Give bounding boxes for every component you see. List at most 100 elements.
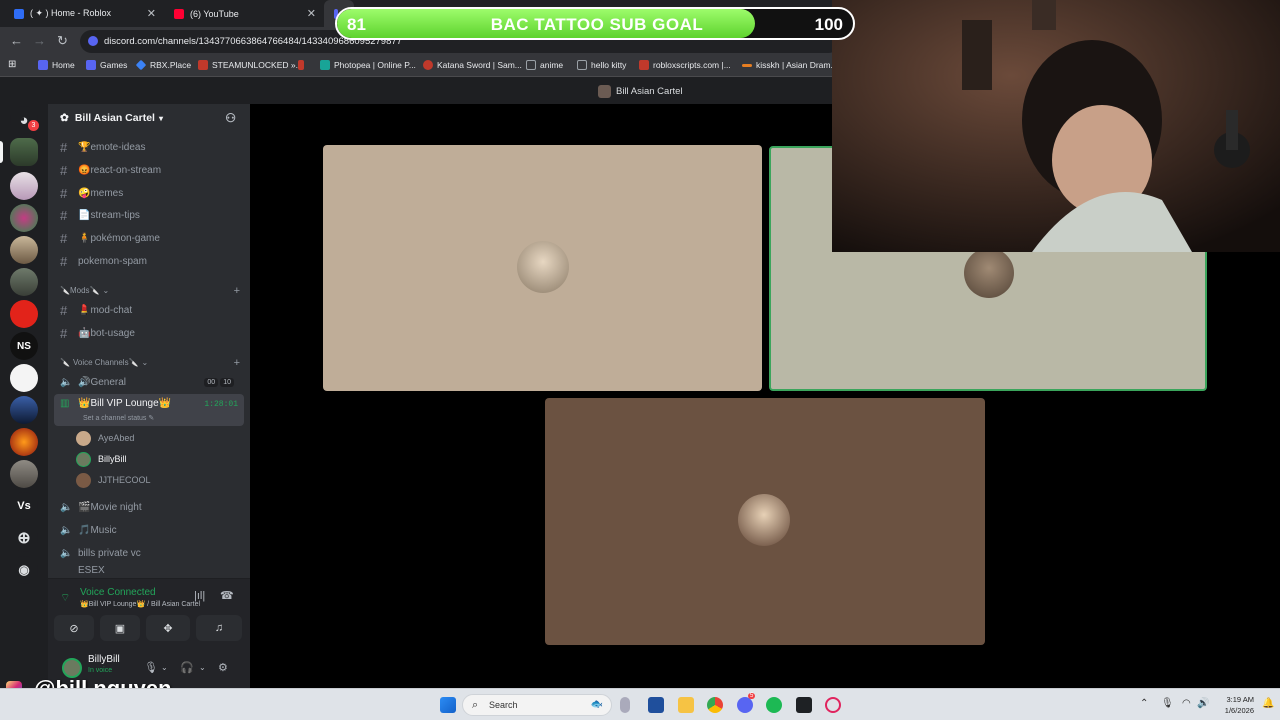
chevron-down-icon[interactable]: ⌄	[161, 663, 168, 672]
voice-member[interactable]: AyeAbed	[76, 428, 134, 448]
wifi-icon[interactable]: ◠	[1182, 698, 1191, 709]
channel-memes[interactable]: # 🤪 memes	[54, 183, 244, 203]
hash-icon: #	[60, 185, 68, 201]
volume-icon[interactable]: 🔊	[1197, 698, 1209, 709]
voice-channel-movie-night[interactable]: 🔈 🎬 Movie night	[54, 497, 244, 517]
speaker-icon: 🔈	[60, 376, 73, 388]
server-3[interactable]	[10, 204, 38, 232]
server-2[interactable]	[10, 172, 38, 200]
bookmark-flag[interactable]	[298, 60, 308, 70]
channel-mod-chat[interactable]: # 💄 mod-chat	[54, 300, 244, 320]
forward-icon[interactable]: →	[33, 33, 46, 48]
noise-suppression-icon[interactable]: |ıl|	[194, 590, 205, 602]
voice-location[interactable]: 👑Bill VIP Lounge👑 / Bill Asian Cartel	[80, 600, 200, 608]
channel-emoji: 🏆	[78, 141, 91, 153]
voice-channel-esex[interactable]: ESEX	[54, 565, 244, 577]
tab-youtube[interactable]: (6) YouTube ✕	[164, 0, 322, 27]
app-icon[interactable]	[796, 697, 812, 713]
server-8[interactable]	[10, 364, 38, 392]
server-5[interactable]	[10, 268, 38, 296]
server-11[interactable]	[10, 460, 38, 488]
bookmark-games[interactable]: Games	[86, 60, 127, 70]
server-header[interactable]: ✿ Bill Asian Cartel ▾ ⚇	[48, 104, 250, 132]
server-among-us[interactable]	[10, 300, 38, 328]
server-9[interactable]	[10, 396, 38, 424]
bookmark-steamunlocked[interactable]: STEAMUNLOCKED »...	[198, 60, 303, 70]
copilot-icon[interactable]	[620, 697, 630, 713]
opera-icon[interactable]	[825, 697, 841, 713]
server-4[interactable]	[10, 236, 38, 264]
server-ns[interactable]: NS	[10, 332, 38, 360]
username[interactable]: BillyBill	[88, 654, 120, 665]
channel-pokemon-game[interactable]: # 🧍 pokémon-game	[54, 228, 244, 248]
chevron-down-icon[interactable]: ⌄	[199, 663, 206, 672]
server-10[interactable]	[10, 428, 38, 456]
store-icon[interactable]	[648, 697, 664, 713]
crown-icon: 👑	[158, 398, 172, 409]
file-explorer-icon[interactable]	[678, 697, 694, 713]
bookmark-folder-anime[interactable]: anime	[526, 60, 563, 70]
discord-icon[interactable]	[737, 697, 753, 713]
channel-emoji: 🤪	[78, 187, 91, 199]
channel-pokemon-spam[interactable]: # pokemon-spam	[54, 251, 244, 271]
add-server-icon[interactable]: ⊕	[10, 524, 38, 552]
bookmark-home[interactable]: Home	[38, 60, 75, 70]
screen-share-icon: ▣	[114, 622, 126, 635]
disconnect-icon[interactable]: ☎	[220, 589, 234, 602]
microphone-icon[interactable]: 🎙	[144, 661, 158, 674]
close-icon[interactable]: ✕	[147, 7, 156, 20]
activities-button[interactable]: ✥	[146, 615, 190, 641]
bookmark-photopea[interactable]: Photopea | Online P...	[320, 60, 416, 70]
spotify-icon[interactable]	[766, 697, 782, 713]
server-vs[interactable]: Vs	[10, 492, 38, 520]
soundboard-button[interactable]: ♫	[196, 615, 242, 641]
apps-grid-icon[interactable]: ⊞	[8, 59, 16, 70]
tab-roblox[interactable]: ( ✦ ) Home - Roblox ✕	[4, 0, 162, 27]
camera-off-button[interactable]: ⊘	[54, 615, 94, 641]
voice-channel-bill-vip-lounge[interactable]: ▥ 👑 Bill VIP Lounge 👑 1:28:01 Set a channel…	[54, 394, 244, 426]
channel-react-on-stream[interactable]: # 😡 react-on-stream	[54, 160, 244, 180]
voice-channel-bills-private-vc[interactable]: 🔈 bills private vc	[54, 543, 244, 563]
windows-start-icon[interactable]	[440, 697, 456, 713]
share-screen-button[interactable]: ▣	[100, 615, 140, 641]
taskbar-search[interactable]: ⌕ Search 🐟	[462, 694, 612, 716]
voice-member[interactable]: BillyBill	[76, 449, 127, 469]
chevron-up-icon[interactable]: ⌃	[1140, 698, 1148, 709]
back-icon[interactable]: ←	[10, 33, 23, 48]
participant-tile[interactable]	[323, 145, 762, 391]
headphones-icon[interactable]: 🎧	[180, 661, 194, 674]
bookmark-kisskh[interactable]: kisskh | Asian Dram...	[742, 60, 838, 70]
signal-icon[interactable]: ⌔	[60, 591, 70, 605]
participant-tile[interactable]	[545, 398, 985, 645]
speaker-icon: 🔈	[60, 501, 73, 513]
bookmark-robloxscripts[interactable]: robloxscripts.com |...	[639, 60, 731, 70]
voice-member[interactable]: JJTHECOOL	[76, 470, 151, 490]
category-mods[interactable]: 🔪 Mods 🔪 ⌄ +	[60, 285, 240, 297]
voice-status[interactable]: Voice Connected	[80, 587, 156, 598]
avatar[interactable]	[62, 658, 82, 678]
voice-channel-music[interactable]: 🔈 🎵 Music	[54, 520, 244, 540]
site-info-icon[interactable]	[88, 36, 98, 46]
bookmark-folder-hello-kitty[interactable]: hello kitty	[577, 60, 626, 70]
folder-icon	[577, 60, 587, 70]
discover-icon[interactable]: ◉	[10, 556, 38, 584]
category-voice-channels[interactable]: 🔪 Voice Channels 🔪 ⌄ +	[60, 357, 240, 369]
bookmark-katana[interactable]: Katana Sword | Sam...	[423, 60, 522, 70]
invite-people-icon[interactable]: ⚇	[225, 111, 236, 125]
microphone-icon[interactable]: 🎙	[1161, 698, 1174, 709]
channel-emote-ideas[interactable]: # 🏆 emote-ideas	[54, 137, 244, 157]
gear-icon[interactable]: ⚙	[218, 661, 228, 674]
add-channel-icon[interactable]: +	[234, 285, 240, 297]
close-icon[interactable]: ✕	[307, 7, 316, 20]
reload-icon[interactable]: ↻	[57, 33, 68, 49]
server-bill-asian-cartel[interactable]	[10, 138, 38, 166]
channel-status[interactable]: Set a channel status ✎	[83, 414, 154, 422]
voice-channel-general[interactable]: 🔈 🔊 General 00 10	[54, 372, 244, 392]
add-channel-icon[interactable]: +	[234, 357, 240, 369]
chrome-icon[interactable]	[707, 697, 723, 713]
notification-icon[interactable]: 🔔	[1262, 698, 1274, 709]
channel-bot-usage[interactable]: # 🤖 bot-usage	[54, 323, 244, 343]
clock[interactable]: 3:19 AM 1/6/2026	[1214, 694, 1254, 716]
channel-stream-tips[interactable]: # 📄 stream-tips	[54, 205, 244, 225]
bookmark-rbxplace[interactable]: RBX.Place	[135, 59, 191, 71]
